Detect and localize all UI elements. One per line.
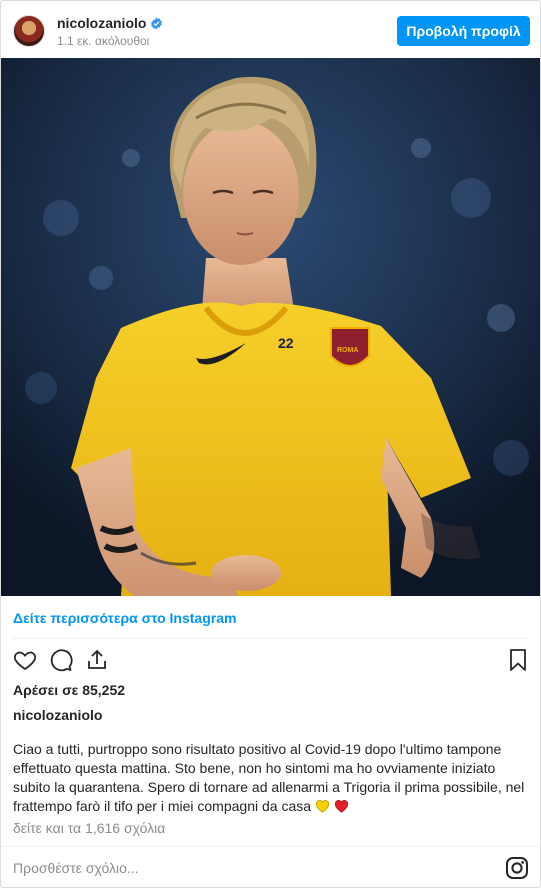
username[interactable]: nicolozaniolo xyxy=(57,15,146,31)
divider xyxy=(13,638,528,639)
avatar[interactable] xyxy=(13,15,45,47)
yellow-heart-icon xyxy=(315,799,330,818)
post-header: nicolozaniolo 1.1 εκ. ακόλουθοι Προβολή … xyxy=(1,1,540,58)
comment-icon[interactable] xyxy=(47,646,75,674)
followers-count: 1.1 εκ. ακόλουθοι xyxy=(57,34,150,48)
username-row: nicolozaniolo xyxy=(57,15,163,31)
divider xyxy=(1,846,540,847)
caption-body: Ciao a tutti, purtroppo sono risultato p… xyxy=(13,741,525,814)
jersey-number: 22 xyxy=(278,335,294,351)
caption-username[interactable]: nicolozaniolo xyxy=(13,707,102,723)
add-comment-input[interactable] xyxy=(13,857,483,879)
view-profile-button[interactable]: Προβολή προφίλ xyxy=(397,16,530,46)
share-icon[interactable] xyxy=(83,646,111,674)
red-heart-icon xyxy=(334,799,349,818)
likes-count[interactable]: Αρέσει σε 85,252 xyxy=(13,682,125,698)
action-bar xyxy=(1,646,540,676)
view-more-on-instagram-link[interactable]: Δείτε περισσότερα στο Instagram xyxy=(13,610,236,626)
instagram-embed-card: nicolozaniolo 1.1 εκ. ακόλουθοι Προβολή … xyxy=(0,0,541,888)
view-all-comments-link[interactable]: δείτε και τα 1,616 σχόλια xyxy=(13,820,165,836)
bookmark-icon[interactable] xyxy=(504,646,532,674)
player-photo-illustration: 22 ROMA xyxy=(1,58,540,596)
badge-text: ROMA xyxy=(337,347,358,354)
post-photo[interactable]: 22 ROMA xyxy=(1,58,540,596)
verified-badge-icon xyxy=(150,17,163,30)
heart-icon[interactable] xyxy=(11,646,39,674)
instagram-logo-icon[interactable] xyxy=(505,856,529,880)
caption-text: Ciao a tutti, purtroppo sono risultato p… xyxy=(13,740,528,818)
